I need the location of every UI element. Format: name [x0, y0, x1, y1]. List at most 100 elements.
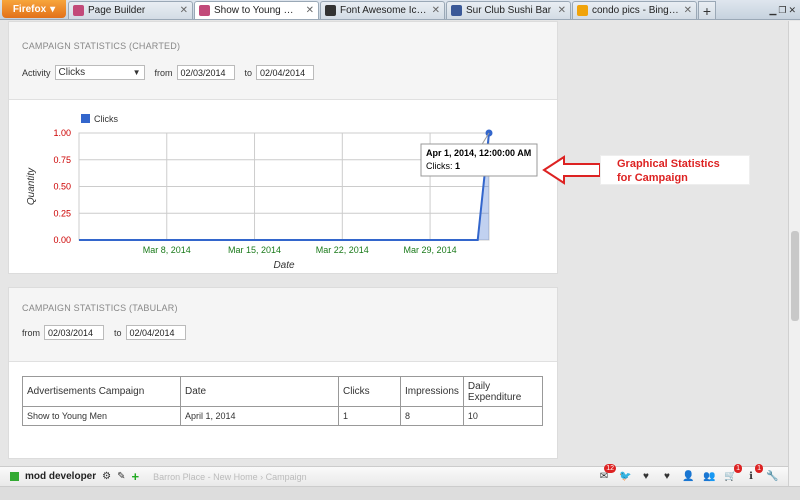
admin-toolbar: mod developer ⚙ ✎ + Barron Place - New H…: [0, 464, 788, 486]
x-axis-title: Date: [273, 260, 295, 271]
from-label: from: [154, 67, 173, 78]
bing-favicon-icon: [577, 5, 588, 16]
column-header: Daily Expenditure: [462, 376, 544, 407]
x-tick-label: Mar 22, 2014: [316, 245, 369, 255]
breadcrumb: Barron Place - New Home › Campaign: [153, 472, 307, 482]
clicks-chart: Clicks 0.00 0.25 0.50 0.75 1.00 Mar 8, 2014 Mar…: [26, 114, 538, 271]
close-icon[interactable]: ✕: [432, 5, 440, 16]
tab-show-to-young-men[interactable]: Show to Young Men ✕: [194, 1, 319, 19]
activity-label: Activity: [22, 67, 51, 78]
close-icon[interactable]: ✕: [684, 5, 692, 16]
wrench-icon[interactable]: 🔧: [766, 471, 778, 482]
firefox-menu-label: Firefox: [12, 3, 47, 15]
new-tab-button[interactable]: +: [698, 1, 716, 19]
charted-stats-title: CAMPAIGN STATISTICS (CHARTED): [22, 41, 181, 51]
column-header: Impressions: [400, 376, 464, 407]
table-cell: April 1, 2014: [180, 406, 339, 426]
y-tick-label: 1.00: [53, 128, 71, 138]
window-controls: ▁ ❐ ✕: [769, 1, 800, 19]
table-cell: 10: [462, 406, 544, 426]
to-date-input[interactable]: 02/04/2014: [125, 325, 186, 340]
campaign-stats-table: Advertisements Campaign Date Clicks Impr…: [22, 376, 544, 426]
page-favicon-icon: [199, 5, 210, 16]
column-header: Advertisements Campaign: [22, 376, 181, 407]
tab-sur-club[interactable]: Sur Club Sushi Bar ✕: [446, 1, 571, 19]
activity-select-value: Clicks: [58, 67, 86, 78]
from-date-input[interactable]: 02/03/2014: [176, 65, 235, 80]
table-cell: 1: [338, 406, 401, 426]
to-label: to: [114, 327, 122, 338]
table-row: Show to Young Men April 1, 2014 1 8 10: [22, 406, 544, 426]
tab-label: Font Awesome Icons: [340, 5, 428, 16]
scrollbar-thumb[interactable]: [791, 231, 799, 321]
heart-outline-icon[interactable]: ♥: [661, 471, 673, 482]
envelope-icon[interactable]: ✉ 12: [598, 464, 616, 482]
y-tick-label: 0.50: [53, 182, 71, 192]
from-date-input[interactable]: 02/03/2014: [44, 325, 104, 340]
info-badge: 1: [755, 464, 763, 473]
annotation-line-2: for Campaign: [617, 172, 688, 184]
toolbar-right: ✉ 12 🐦 ♥ ♥ 👤 👥 🛒 1 ℹ1 🔧: [598, 464, 778, 482]
table-header-row: Advertisements Campaign Date Clicks Impr…: [22, 376, 544, 407]
tabular-stats-panel: CAMPAIGN STATISTICS (TABULAR) from 02/03…: [8, 287, 558, 459]
cart-icon[interactable]: 🛒 1: [724, 464, 742, 482]
annotation-box: Graphical Statistics for Campaign: [600, 155, 750, 185]
tooltip-value: 1: [455, 161, 460, 171]
y-tick-label: 0.75: [53, 155, 71, 165]
table-cell: 8: [400, 406, 464, 426]
bottom-strip: [0, 486, 800, 500]
close-icon[interactable]: ✕: [306, 5, 314, 16]
y-tick-label: 0.00: [53, 235, 71, 245]
tooltip-label: Clicks: 1: [426, 161, 460, 171]
add-icon[interactable]: +: [132, 469, 140, 484]
charted-stats-header: CAMPAIGN STATISTICS (CHARTED) Activity C…: [9, 22, 557, 100]
tab-page-builder[interactable]: Page Builder ✕: [68, 1, 193, 19]
tab-label: Sur Club Sushi Bar: [466, 5, 552, 16]
info-icon[interactable]: ℹ1: [745, 464, 763, 482]
annotation-arrow-icon: [542, 155, 601, 185]
from-label: from: [22, 327, 40, 338]
tooltip-title: Apr 1, 2014, 12:00:00 AM: [426, 148, 531, 158]
cart-badge: 1: [734, 464, 742, 473]
facebook-favicon-icon: [451, 5, 462, 16]
column-header: Date: [180, 376, 339, 407]
legend-label: Clicks: [94, 114, 118, 124]
breadcrumb-item[interactable]: Barron Place - New Home: [153, 472, 258, 482]
x-tick-label: Mar 29, 2014: [404, 245, 457, 255]
y-axis-title: Quantity: [26, 167, 37, 205]
tab-label: condo pics - Bing Images: [592, 5, 680, 16]
window-close-icon[interactable]: ✕: [788, 5, 796, 16]
legend-swatch: [81, 114, 90, 123]
firefox-menu-button[interactable]: Firefox ▾: [2, 0, 66, 18]
edit-icon[interactable]: ✎: [117, 471, 125, 482]
close-icon[interactable]: ✕: [558, 5, 566, 16]
x-tick-label: Mar 15, 2014: [228, 245, 281, 255]
column-header: Clicks: [338, 376, 401, 407]
tab-label: Show to Young Men: [214, 5, 302, 16]
twitter-icon[interactable]: 🐦: [619, 471, 631, 482]
messages-badge: 12: [604, 464, 616, 473]
minimize-icon[interactable]: ▁: [769, 5, 776, 16]
breadcrumb-item[interactable]: Campaign: [266, 472, 307, 482]
to-label: to: [244, 67, 253, 78]
chevron-down-icon: ▼: [132, 68, 141, 77]
tab-font-awesome[interactable]: Font Awesome Icons ✕: [320, 1, 445, 19]
activity-select[interactable]: Clicks ▼: [54, 65, 145, 80]
tab-condo-pics[interactable]: condo pics - Bing Images ✕: [572, 1, 697, 19]
gear-icon[interactable]: ⚙: [102, 471, 111, 482]
x-tick-label: Mar 8, 2014: [143, 245, 191, 255]
browser-tab-bar: Firefox ▾ Page Builder ✕ Show to Young M…: [0, 0, 800, 20]
user-name[interactable]: mod developer: [25, 471, 96, 482]
tabular-filter-row: from 02/03/2014 to 02/04/2014: [22, 325, 186, 340]
chevron-down-icon: ▾: [50, 3, 56, 15]
heart-icon[interactable]: ♥: [640, 471, 652, 482]
y-tick-label: 0.25: [53, 208, 71, 218]
toolbar-left: mod developer ⚙ ✎ + Barron Place - New H…: [10, 469, 307, 484]
users-icon[interactable]: 👥: [703, 471, 715, 482]
restore-icon[interactable]: ❐: [778, 5, 786, 16]
font-awesome-favicon-icon: [325, 5, 336, 16]
vertical-scrollbar[interactable]: [788, 21, 800, 500]
user-icon[interactable]: 👤: [682, 471, 694, 482]
to-date-input[interactable]: 02/04/2014: [256, 65, 315, 80]
close-icon[interactable]: ✕: [180, 5, 188, 16]
